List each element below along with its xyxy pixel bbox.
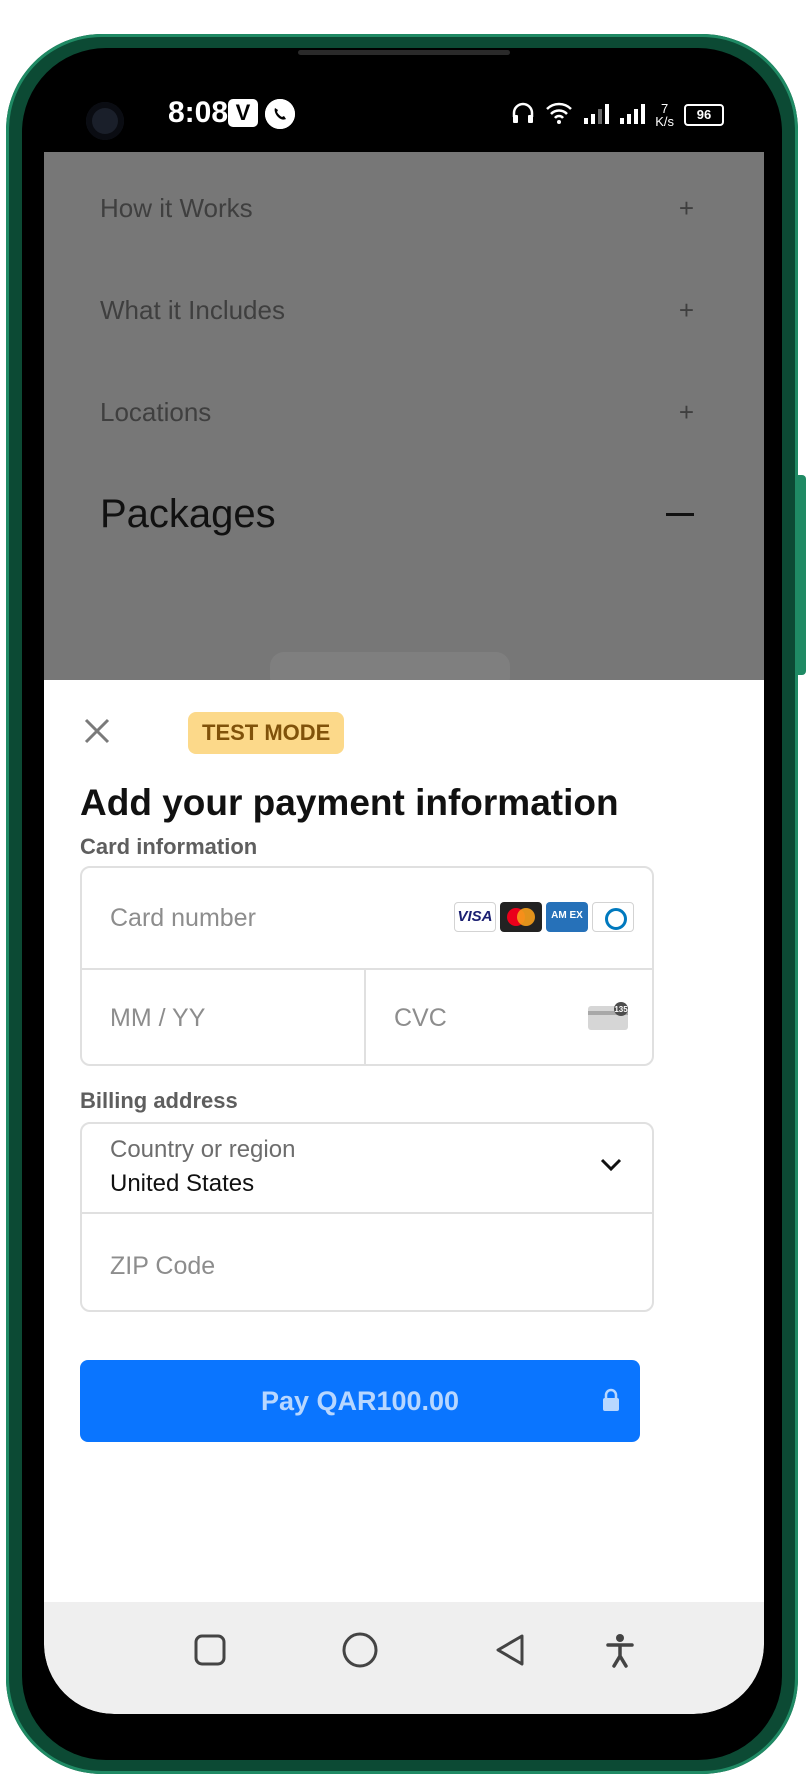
cvc-field[interactable]: CVC 135 [366, 968, 652, 1064]
expiry-field[interactable]: MM / YY [82, 968, 366, 1064]
headphones-icon [511, 101, 535, 130]
plus-icon: + [678, 192, 694, 223]
background-page: How it Works + What it Includes + Locati… [44, 152, 764, 692]
back-icon[interactable] [490, 1630, 530, 1670]
plus-icon: + [678, 396, 694, 427]
billing-fields: Country or region United States ZIP Code [80, 1122, 654, 1312]
accessibility-icon[interactable] [600, 1630, 640, 1670]
test-mode-badge: TEST MODE [188, 712, 345, 754]
front-camera [86, 102, 124, 140]
card-number-placeholder: Card number [110, 904, 256, 932]
expiry-placeholder: MM / YY [110, 1004, 206, 1032]
status-bar: 8:08 V 7 K/s 96 [44, 82, 764, 152]
phone-side-button [797, 475, 806, 675]
chevron-down-icon [600, 1158, 622, 1172]
recent-apps-icon[interactable] [190, 1630, 230, 1670]
status-icons: 7 K/s 96 [511, 98, 724, 132]
wifi-icon [545, 101, 573, 130]
plus-icon: + [678, 294, 694, 325]
card-number-field[interactable]: Card number VISA AM EX [82, 868, 652, 970]
accordion-how-it-works[interactable]: How it Works + [100, 178, 694, 238]
cvc-placeholder: CVC [394, 1004, 447, 1032]
accordion-what-it-includes[interactable]: What it Includes + [100, 280, 694, 340]
amex-icon: AM EX [546, 902, 588, 932]
country-select[interactable]: Country or region United States [82, 1124, 652, 1214]
home-icon[interactable] [340, 1630, 380, 1670]
cvc-badge-text: 135 [614, 1005, 628, 1014]
zip-code-field[interactable]: ZIP Code [110, 1252, 215, 1281]
card-information-label: Card information [80, 834, 258, 859]
billing-address-label: Billing address [80, 1088, 238, 1113]
signal-icon [619, 102, 646, 129]
navigation-bar [44, 1602, 764, 1714]
country-label: Country or region [110, 1136, 296, 1163]
close-icon [84, 718, 110, 744]
pay-button-label: Pay QAR100.00 [260, 1386, 460, 1416]
country-value: United States [110, 1170, 255, 1197]
accordion-packages[interactable]: Packages [100, 484, 694, 544]
network-speed: 7 K/s [655, 102, 674, 128]
accordion-label: What it Includes [100, 294, 285, 325]
payment-sheet: TEST MODE Add your payment information C… [44, 680, 764, 1602]
card-brand-logos: VISA AM EX [454, 902, 634, 932]
whatsapp-icon [265, 99, 295, 129]
battery-icon: 96 [684, 104, 724, 126]
status-time: 8:08 [168, 96, 229, 129]
sheet-title: Add your payment information [80, 782, 619, 823]
accordion-label: How it Works [100, 192, 253, 223]
phone-speaker [298, 50, 510, 55]
card-fields: Card number VISA AM EX MM / YY CVC 135 [80, 866, 654, 1066]
visa-icon: VISA [454, 902, 496, 932]
cvc-card-icon: 135 [588, 1002, 628, 1030]
minus-icon [666, 512, 694, 516]
pay-button[interactable]: Pay QAR100.00 [80, 1360, 640, 1442]
signal-icon [583, 102, 610, 129]
accordion-locations[interactable]: Locations + [100, 382, 694, 442]
v-app-icon: V [228, 99, 258, 127]
lock-icon [603, 1388, 619, 1411]
device-screen: 8:08 V 7 K/s 96 How it Works + What it I… [44, 82, 764, 1714]
accordion-label: Locations [100, 396, 212, 427]
diners-club-icon [592, 902, 634, 932]
mastercard-icon [500, 902, 542, 932]
close-button[interactable] [82, 716, 112, 746]
network-speed-unit: K/s [655, 114, 674, 129]
packages-title: Packages [100, 491, 276, 536]
